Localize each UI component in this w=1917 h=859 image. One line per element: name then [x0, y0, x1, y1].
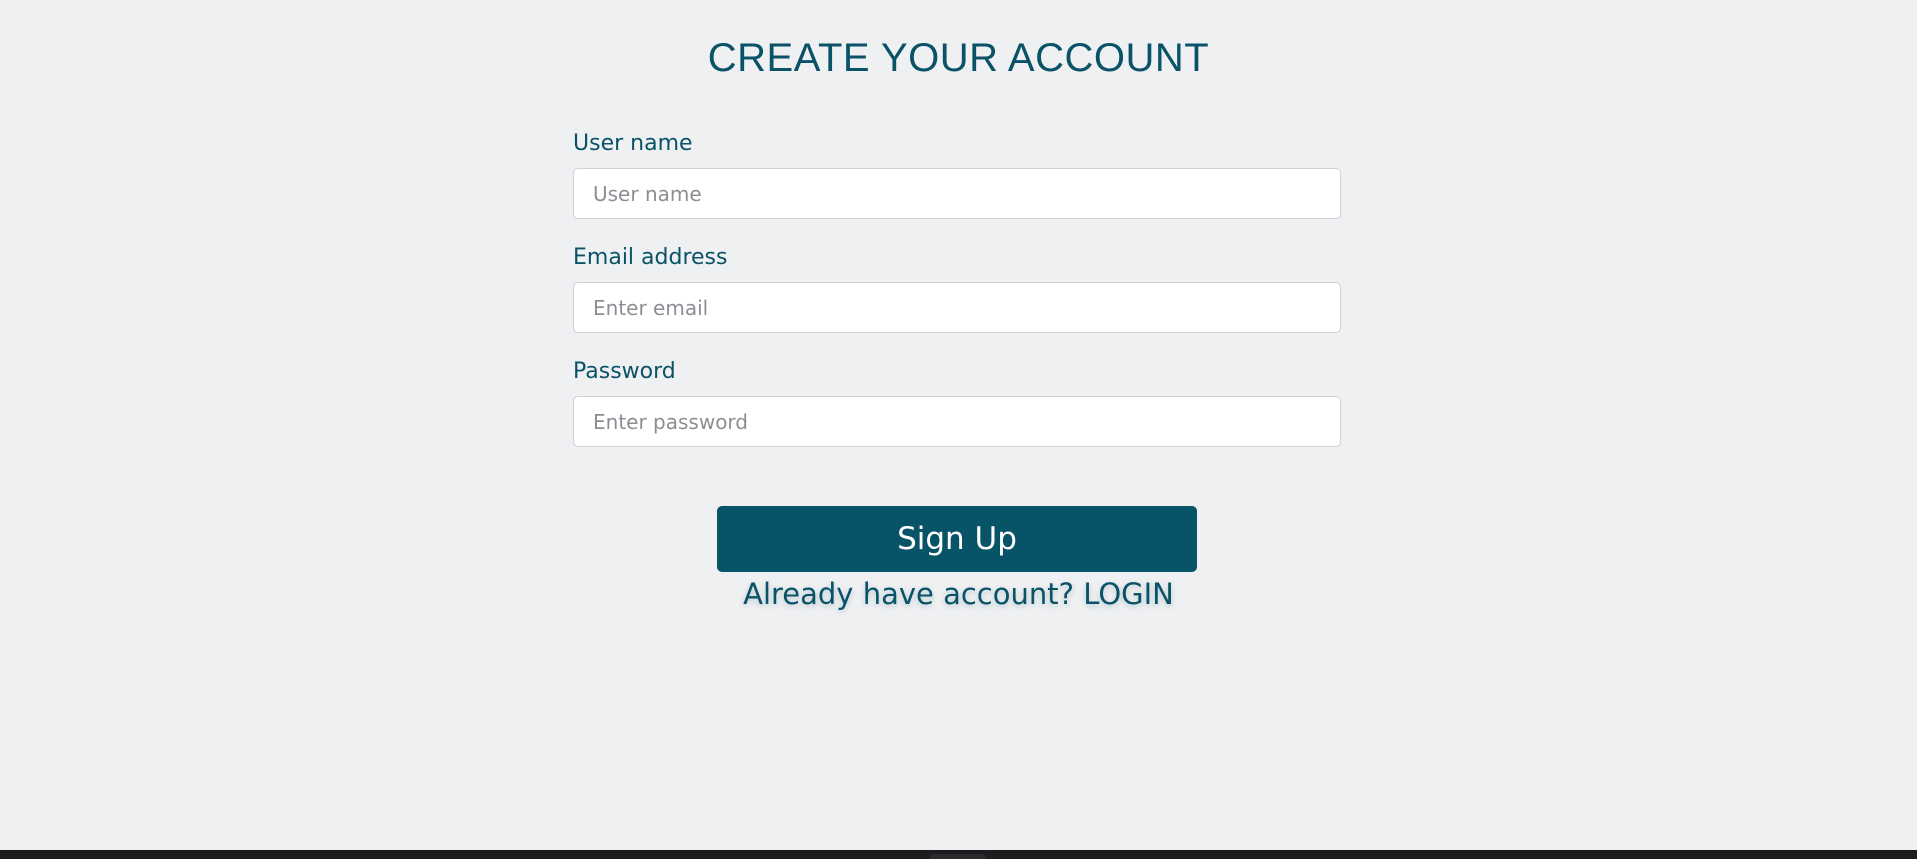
- page-title: CREATE YOUR ACCOUNT: [707, 36, 1210, 80]
- username-input[interactable]: [573, 168, 1341, 219]
- username-label: User name: [573, 131, 693, 156]
- email-input[interactable]: [573, 282, 1341, 333]
- taskbar-handle: [930, 854, 986, 859]
- password-field-group: Password: [573, 356, 1341, 447]
- username-field-group: User name: [573, 128, 1341, 219]
- email-field-group: Email address: [573, 242, 1341, 333]
- email-label: Email address: [573, 245, 728, 270]
- signup-form: User name Email address Password: [573, 128, 1341, 447]
- password-label: Password: [573, 359, 676, 384]
- password-input[interactable]: [573, 396, 1341, 447]
- login-link[interactable]: Already have account? LOGIN: [0, 574, 1917, 614]
- taskbar: [0, 850, 1917, 859]
- sign-up-button[interactable]: Sign Up: [717, 506, 1197, 572]
